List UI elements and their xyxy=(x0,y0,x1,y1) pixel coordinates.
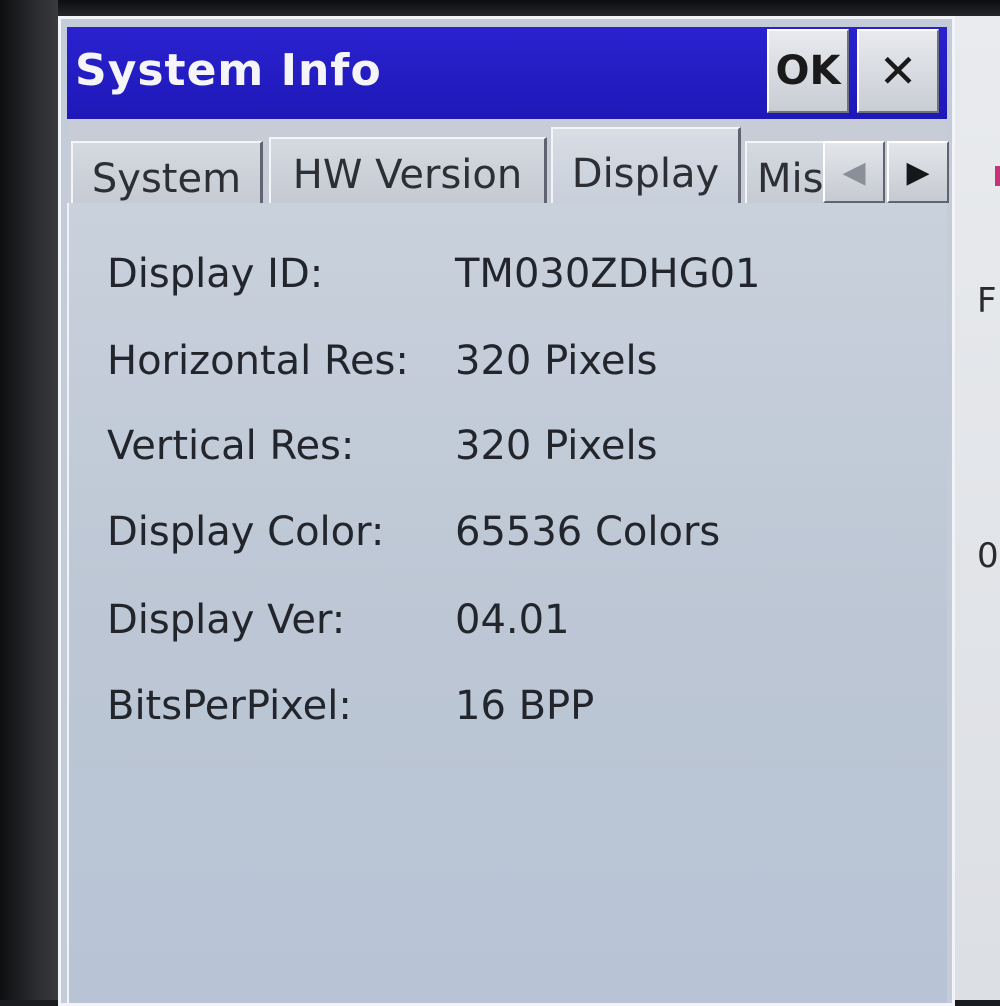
background-window-marker xyxy=(995,166,1000,186)
horizontal-res-label: Horizontal Res: xyxy=(107,338,409,384)
background-window-glyph: 0 xyxy=(977,536,999,576)
vertical-res-label: Vertical Res: xyxy=(107,423,355,469)
display-tab-panel: Display ID: TM030ZDHG01 Horizontal Res: … xyxy=(67,203,947,1003)
background-window-letter: F xyxy=(977,281,997,321)
display-color-value: 65536 Colors xyxy=(455,509,721,555)
display-id-label: Display ID: xyxy=(107,251,324,297)
horizontal-res-value: 320 Pixels xyxy=(455,338,658,384)
chevron-right-icon: ▶ xyxy=(906,154,930,190)
chevron-left-icon: ◀ xyxy=(842,154,866,190)
system-info-dialog: System Info OK ✕ System HW Version Misc … xyxy=(58,16,955,1006)
title-bar: System Info OK ✕ xyxy=(67,27,947,119)
tab-scroll-left-button[interactable]: ◀ xyxy=(823,141,885,203)
vertical-res-value: 320 Pixels xyxy=(455,423,658,469)
bits-per-pixel-value: 16 BPP xyxy=(455,683,595,729)
ok-button[interactable]: OK xyxy=(767,29,849,113)
tab-scroll-right-button[interactable]: ▶ xyxy=(887,141,949,203)
window-title: System Info xyxy=(75,45,382,96)
close-button[interactable]: ✕ xyxy=(857,29,939,113)
display-color-label: Display Color: xyxy=(107,509,385,555)
close-icon: ✕ xyxy=(878,44,918,98)
tab-hw-version[interactable]: HW Version xyxy=(269,137,547,211)
bits-per-pixel-label: BitsPerPixel: xyxy=(107,683,352,729)
display-ver-label: Display Ver: xyxy=(107,597,346,643)
background-window: F 0 xyxy=(955,16,1000,1000)
device-bezel-left xyxy=(0,0,58,1000)
display-ver-value: 04.01 xyxy=(455,597,570,643)
display-id-value: TM030ZDHG01 xyxy=(455,251,761,297)
